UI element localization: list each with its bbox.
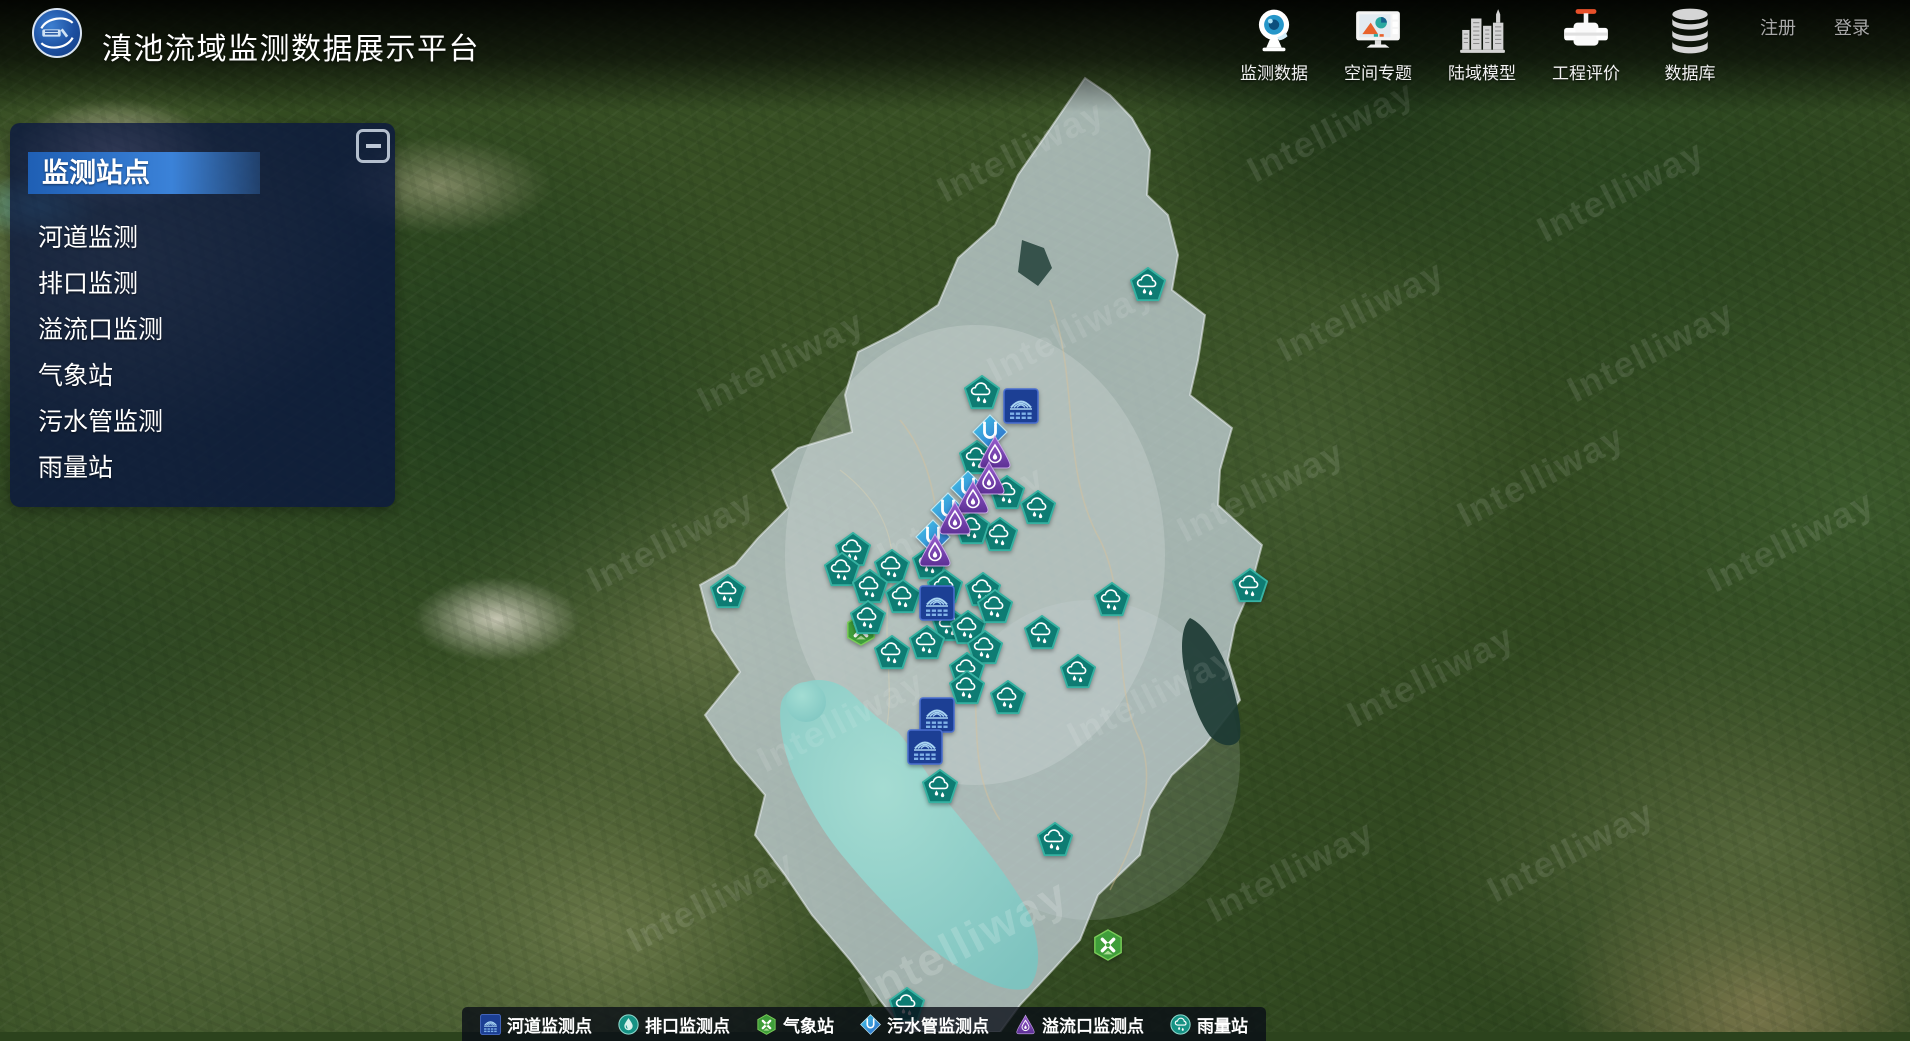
monitoring-stations-panel: 监测站点 河道监测排口监测溢流口监测气象站污水管监测雨量站 (10, 123, 395, 507)
nav-label: 工程评价 (1552, 59, 1620, 84)
nav-item-project-evaluation[interactable]: 工程评价 (1534, 5, 1638, 84)
valve-icon (1560, 5, 1612, 57)
legend-item-weather: 气象站 (756, 1012, 834, 1037)
rain-station-marker[interactable] (1129, 266, 1167, 304)
rain-station-marker[interactable] (908, 624, 946, 662)
rain-station-marker[interactable] (976, 588, 1014, 626)
nav-label: 空间专题 (1344, 59, 1412, 84)
rain-station-marker[interactable] (1019, 489, 1057, 527)
rain-station-marker[interactable] (1093, 581, 1131, 619)
nav-item-land-model[interactable]: 陆域模型 (1430, 5, 1534, 84)
sewage-legend-icon (860, 1014, 881, 1035)
nav-item-monitoring-data[interactable]: 监测数据 (1222, 5, 1326, 84)
rain-station-marker[interactable] (709, 573, 747, 611)
nav-label: 陆域模型 (1448, 59, 1516, 84)
legend-label: 气象站 (783, 1012, 834, 1037)
panel-item-2[interactable]: 溢流口监测 (38, 307, 163, 353)
legend-label: 雨量站 (1197, 1012, 1248, 1037)
login-link[interactable]: 登录 (1834, 14, 1870, 40)
panel-title: 监测站点 (28, 152, 260, 194)
rain-station-marker[interactable] (884, 578, 922, 616)
nav-label: 监测数据 (1240, 59, 1308, 84)
legend-label: 溢流口监测点 (1042, 1012, 1144, 1037)
monitor-chart-icon (1352, 5, 1404, 57)
legend-item-overflow: 溢流口监测点 (1015, 1012, 1144, 1037)
panel-item-list: 河道监测排口监测溢流口监测气象站污水管监测雨量站 (38, 215, 163, 491)
river-station-marker[interactable] (1003, 388, 1039, 424)
rain-station-marker[interactable] (963, 374, 1001, 412)
overflow-station-marker[interactable] (917, 532, 953, 568)
river-station-marker[interactable] (907, 729, 943, 765)
auth-links: 注册 登录 (1760, 14, 1870, 40)
nav-item-database[interactable]: 数据库 (1638, 5, 1742, 84)
river-legend-icon (480, 1014, 501, 1035)
river-station-marker[interactable] (919, 585, 955, 621)
buildings-icon (1456, 5, 1508, 57)
rain-station-marker[interactable] (849, 599, 887, 637)
nav-item-spatial-theme[interactable]: 空间专题 (1326, 5, 1430, 84)
rain-station-marker[interactable] (989, 679, 1027, 717)
legend-item-river: 河道监测点 (480, 1012, 592, 1037)
legend-item-outlet: 排口监测点 (618, 1012, 730, 1037)
main-nav: 监测数据 空间专题 陆域模型 工程评价 数据库 (1222, 5, 1742, 84)
webcam-icon (1248, 5, 1300, 57)
app-root: { "header": { "title": "滇池流域监测数据展示平台", "… (0, 0, 1910, 1032)
overflow-legend-icon (1015, 1014, 1036, 1035)
panel-item-4[interactable]: 污水管监测 (38, 399, 163, 445)
legend-label: 河道监测点 (507, 1012, 592, 1037)
top-header: 滇池流域监测数据展示平台 监测数据 空间专题 陆域模型 工程评价 数据库 注册 登录 (0, 0, 1910, 112)
weather-station-marker[interactable] (1092, 929, 1124, 961)
page-title: 滇池流域监测数据展示平台 (102, 24, 480, 68)
legend-item-rain: 雨量站 (1170, 1012, 1248, 1037)
rain-station-marker[interactable] (1023, 614, 1061, 652)
rain-station-marker[interactable] (873, 634, 911, 672)
database-icon (1664, 5, 1716, 57)
legend-label: 排口监测点 (645, 1012, 730, 1037)
nav-label: 数据库 (1665, 59, 1716, 84)
legend-label: 污水管监测点 (887, 1012, 989, 1037)
register-link[interactable]: 注册 (1760, 14, 1796, 40)
overflow-station-marker[interactable] (937, 500, 973, 536)
rain-station-marker[interactable] (1231, 567, 1269, 605)
panel-item-0[interactable]: 河道监测 (38, 215, 163, 261)
rain-legend-icon (1170, 1014, 1191, 1035)
panel-item-5[interactable]: 雨量站 (38, 445, 163, 491)
map-legend: 河道监测点 排口监测点 气象站 污水管监测点 溢流口监测点 雨量站 (462, 1007, 1266, 1041)
river-station-marker[interactable] (919, 697, 955, 733)
legend-item-sewage: 污水管监测点 (860, 1012, 989, 1037)
rain-station-marker[interactable] (1059, 653, 1097, 691)
rain-station-marker[interactable] (1036, 821, 1074, 859)
rain-station-marker[interactable] (921, 768, 959, 806)
outlet-legend-icon (618, 1014, 639, 1035)
minimize-icon (366, 144, 381, 148)
app-logo (32, 8, 82, 58)
panel-item-1[interactable]: 排口监测 (38, 261, 163, 307)
weather-legend-icon (756, 1014, 777, 1035)
panel-minimize-button[interactable] (356, 129, 390, 163)
panel-item-3[interactable]: 气象站 (38, 353, 163, 399)
